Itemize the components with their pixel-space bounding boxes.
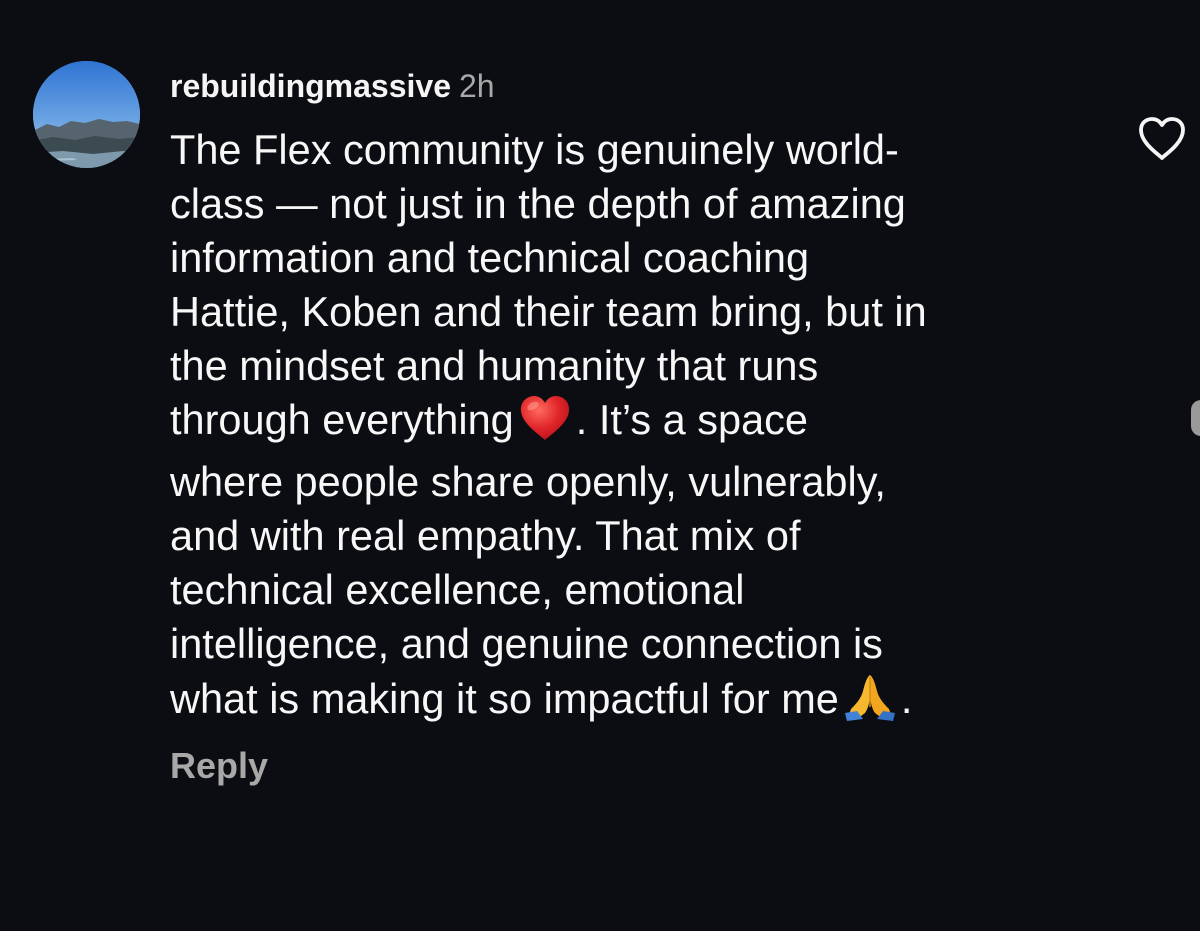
comment-line: through everything . It’s a space [170, 393, 1090, 455]
comment-line: what is making it so impactful for me. [170, 671, 1090, 734]
comment-line: technical excellence, emotional [170, 566, 745, 613]
timestamp: 2h [458, 68, 495, 104]
comment-header: rebuildingmassive 2h [170, 64, 495, 108]
comment-line: where people share openly, vulnerably, [170, 458, 886, 505]
comment-line: Hattie, Koben and their team bring, but … [170, 288, 927, 335]
avatar-image [33, 61, 140, 168]
comment-segment: through everything [170, 396, 514, 443]
scroll-edge-indicator [1191, 400, 1200, 436]
comment-segment: . [900, 675, 913, 722]
username[interactable]: rebuildingmassive [170, 68, 451, 104]
reply-button[interactable]: Reply [170, 741, 268, 791]
avatar[interactable] [33, 61, 140, 168]
comment-line: and with real empathy. That mix of [170, 512, 801, 559]
comment-line: the mindset and humanity that runs [170, 342, 819, 389]
comment-line: The Flex community is genuinely world- [170, 126, 899, 173]
comment-text: The Flex community is genuinely world- c… [170, 123, 1090, 734]
comment-segment: . It’s a space [575, 396, 808, 443]
comment-line: information and technical coaching [170, 234, 810, 281]
red-heart-emoji-icon [518, 394, 572, 455]
comment-segment: what is making it so impactful for me [170, 675, 839, 722]
like-button[interactable] [1136, 113, 1188, 165]
heart-outline-icon [1139, 117, 1185, 160]
folded-hands-emoji-icon [843, 671, 897, 734]
comment-line: class — not just in the depth of amazing [170, 180, 906, 227]
comment-line: intelligence, and genuine connection is [170, 620, 883, 667]
